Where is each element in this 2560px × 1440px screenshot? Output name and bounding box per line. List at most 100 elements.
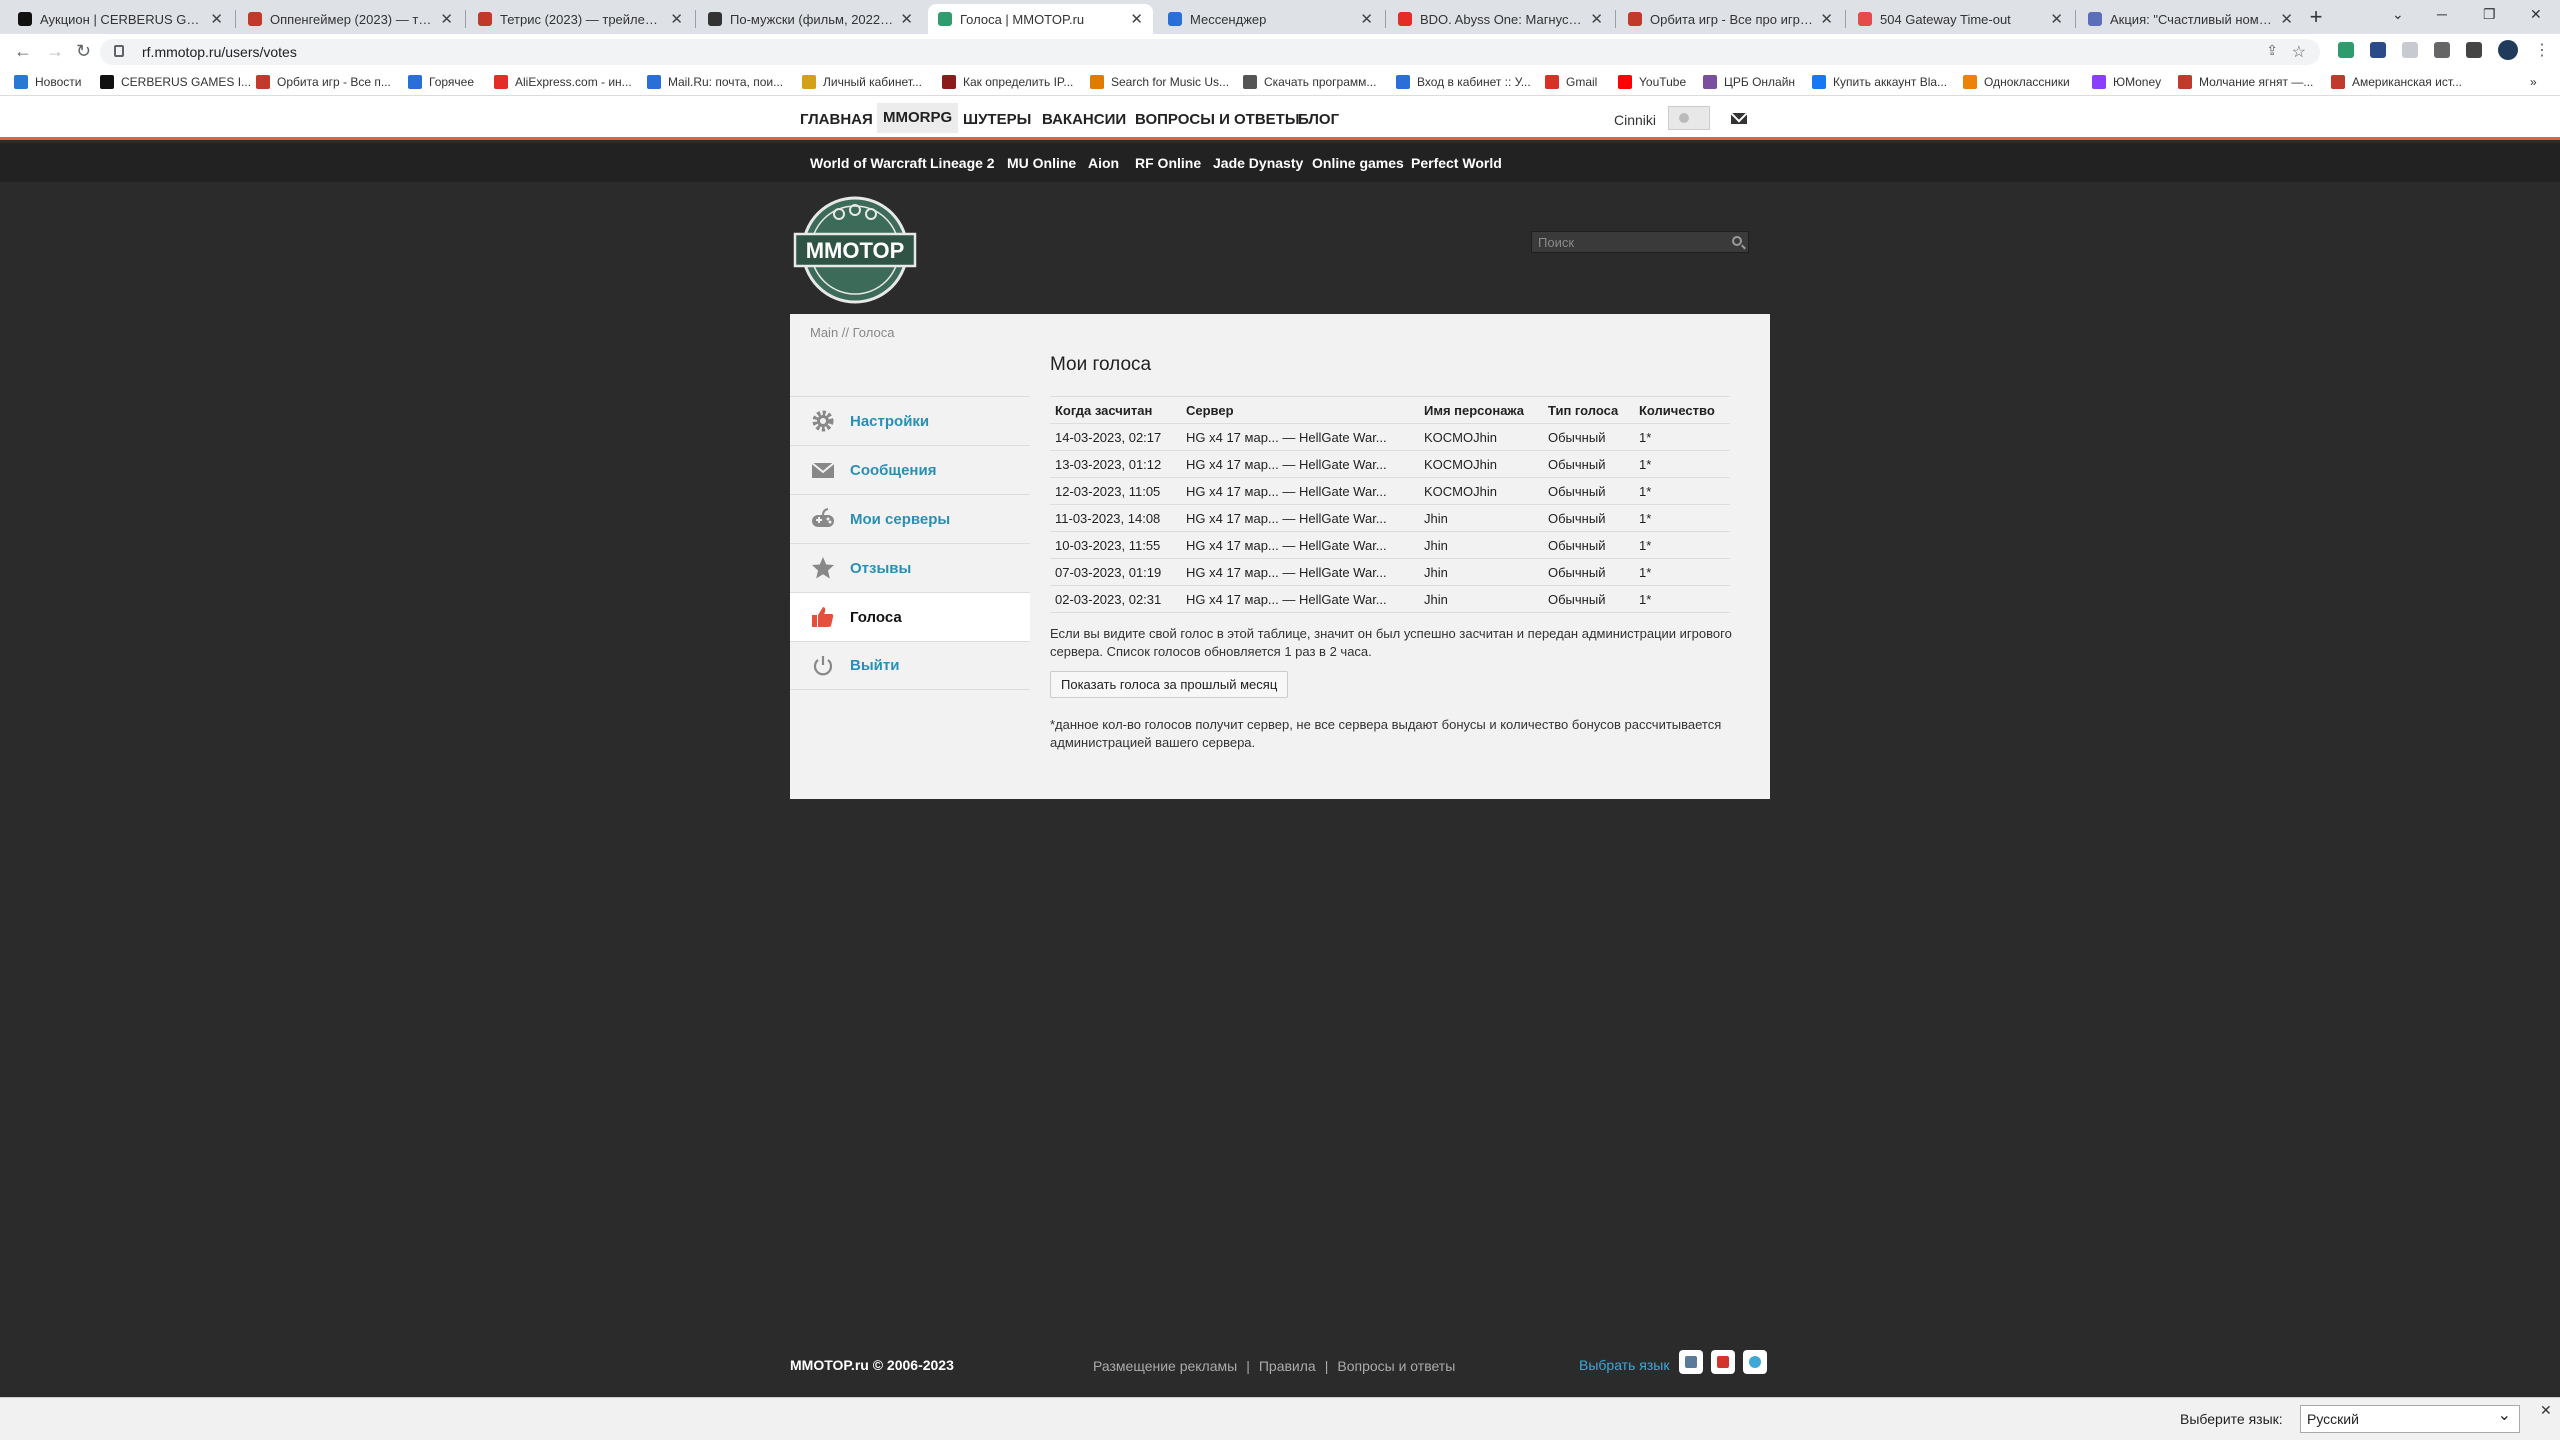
side-panel-icon[interactable] [2466, 42, 2482, 58]
nav-blog[interactable]: БЛОГ [1298, 111, 1339, 128]
youtube-icon[interactable] [1711, 1350, 1735, 1374]
bookmark-item[interactable]: Молчание ягнят —... [2178, 75, 2313, 89]
profile-avatar[interactable] [2498, 40, 2518, 60]
more-bookmarks-icon[interactable]: » [2530, 75, 2537, 89]
tab-close-icon[interactable]: ✕ [1360, 10, 1373, 28]
breadcrumb[interactable]: Main // Голоса [810, 325, 894, 340]
extensions-puzzle-icon[interactable] [2434, 42, 2450, 58]
bookmark-item[interactable]: Горячее [408, 75, 474, 89]
game-link-mu-online[interactable]: MU Online [1007, 155, 1076, 171]
bookmark-item[interactable]: CERBERUS GAMES I... [100, 75, 251, 89]
game-link-lineage2[interactable]: Lineage 2 [930, 155, 995, 171]
bookmark-item[interactable]: Вход в кабинет :: У... [1396, 75, 1531, 89]
cell-server[interactable]: HG x4 17 мар... — HellGate War... [1181, 477, 1419, 505]
bookmark-item[interactable]: Купить аккаунт Bla... [1812, 75, 1947, 89]
share-icon[interactable]: ⇪ [2266, 42, 2278, 59]
reload-icon[interactable]: ↻ [76, 41, 91, 62]
tab-close-icon[interactable]: ✕ [900, 10, 913, 28]
bookmark-item[interactable]: Орбита игр - Все п... [256, 75, 391, 89]
bookmark-item[interactable]: AliExpress.com - ин... [494, 75, 632, 89]
game-link-wow[interactable]: World of Warcraft [810, 155, 927, 171]
tab-close-icon[interactable]: ✕ [440, 10, 453, 28]
back-icon[interactable]: ← [14, 41, 32, 62]
cell-server[interactable]: HG x4 17 мар... — HellGate War... [1181, 558, 1419, 586]
sidebar-item-votes[interactable]: Голоса [790, 592, 1030, 641]
browser-tab[interactable]: Оппенгеймер (2023) — трейлер ✕ [238, 4, 463, 34]
browser-tab[interactable]: По-мужски (фильм, 2022) — с ✕ [698, 4, 923, 34]
bookmark-item[interactable]: ЦРБ Онлайн [1703, 75, 1795, 89]
nav-vacancies[interactable]: ВАКАНСИИ [1042, 111, 1126, 128]
browser-tab[interactable]: Голоса | MMOTOP.ru ✕ [928, 4, 1153, 34]
sidebar-item-reviews[interactable]: Отзывы [790, 543, 1030, 592]
nav-shooters[interactable]: ШУТЕРЫ [963, 111, 1031, 128]
close-icon[interactable]: ✕ [2540, 1402, 2552, 1419]
bookmark-item[interactable]: Одноклассники [1963, 75, 2070, 89]
cell-server[interactable]: HG x4 17 мар... — HellGate War... [1181, 504, 1419, 532]
forward-icon[interactable]: → [46, 41, 64, 62]
tab-close-icon[interactable]: ✕ [670, 10, 683, 28]
address-bar[interactable]: rf.mmotop.ru/users/votes ⇪ ☆ [100, 39, 2320, 65]
bookmark-item[interactable]: Как определить IP... [942, 75, 1073, 89]
bookmark-item[interactable]: Личный кабинет... [802, 75, 922, 89]
twitter-icon[interactable] [1743, 1350, 1767, 1374]
extension-icon[interactable] [2370, 42, 2386, 58]
footer-link-ads[interactable]: Размещение рекламы [1093, 1358, 1237, 1374]
nav-faq[interactable]: ВОПРОСЫ И ОТВЕТЫ [1135, 111, 1300, 128]
game-link-jade-dynasty[interactable]: Jade Dynasty [1213, 155, 1303, 171]
avatar[interactable] [1668, 106, 1710, 130]
sidebar-item-my-servers[interactable]: Мои серверы [790, 494, 1030, 543]
sidebar-item-logout[interactable]: Выйти [790, 641, 1030, 690]
bookmark-star-icon[interactable]: ☆ [2292, 42, 2306, 62]
game-link-perfect-world[interactable]: Perfect World [1411, 155, 1502, 171]
minimize-icon[interactable]: ─ [2437, 6, 2447, 22]
user-name[interactable]: Cinniki [1614, 112, 1656, 128]
tab-close-icon[interactable]: ✕ [1820, 10, 1833, 28]
sidebar-item-settings[interactable]: Настройки [790, 396, 1030, 445]
tab-search-icon[interactable]: ⌄ [2392, 6, 2404, 23]
footer-link-rules[interactable]: Правила [1259, 1358, 1316, 1374]
mmotop-logo[interactable]: MMOTOP [791, 194, 919, 304]
menu-kebab-icon[interactable]: ⋮ [2534, 40, 2550, 60]
tab-close-icon[interactable]: ✕ [2280, 10, 2293, 28]
tab-close-icon[interactable]: ✕ [210, 10, 223, 28]
cell-server[interactable]: HG x4 17 мар... — HellGate War... [1181, 585, 1419, 613]
extension-icon[interactable] [2402, 42, 2418, 58]
search-input[interactable] [1532, 232, 1722, 252]
bookmark-item[interactable]: Search for Music Us... [1090, 75, 1229, 89]
game-link-aion[interactable]: Aion [1088, 155, 1119, 171]
nav-home[interactable]: ГЛАВНАЯ [800, 111, 873, 128]
maximize-icon[interactable]: ❐ [2483, 6, 2496, 23]
bookmark-item[interactable]: Mail.Ru: почта, пои... [647, 75, 783, 89]
nav-mmorpg[interactable]: MMORPG [877, 103, 959, 133]
footer-link-faq[interactable]: Вопросы и ответы [1337, 1358, 1455, 1374]
language-select[interactable]: Русский [2300, 1403, 2520, 1433]
game-link-rf-online[interactable]: RF Online [1135, 155, 1201, 171]
tab-close-icon[interactable]: ✕ [1130, 10, 1143, 28]
browser-tab[interactable]: BDO. Abyss One: Магнус, гайд ✕ [1388, 4, 1613, 34]
search-icon[interactable] [1732, 236, 1742, 246]
bookmark-item[interactable]: ЮMoney [2092, 75, 2161, 89]
tab-close-icon[interactable]: ✕ [1590, 10, 1603, 28]
tab-close-icon[interactable]: ✕ [2050, 10, 2063, 28]
game-link-online-games[interactable]: Online games [1312, 155, 1404, 171]
new-tab-button[interactable]: + [2302, 4, 2330, 32]
close-window-icon[interactable]: ✕ [2530, 6, 2542, 23]
choose-language-link[interactable]: Выбрать язык [1579, 1357, 1669, 1373]
cell-server[interactable]: HG x4 17 мар... — HellGate War... [1181, 423, 1419, 451]
cell-server[interactable]: HG x4 17 мар... — HellGate War... [1181, 531, 1419, 559]
browser-tab[interactable]: Акция: "Счастливый номер" ✕ [2078, 4, 2303, 34]
mail-icon[interactable] [1731, 113, 1747, 124]
browser-tab[interactable]: 504 Gateway Time-out ✕ [1848, 4, 2073, 34]
cell-server[interactable]: HG x4 17 мар... — HellGate War... [1181, 450, 1419, 478]
browser-tab[interactable]: Орбита игр - Все про игры: н ✕ [1618, 4, 1843, 34]
sidebar-item-messages[interactable]: Сообщения [790, 445, 1030, 494]
vk-icon[interactable] [1679, 1350, 1703, 1374]
bookmark-item[interactable]: Новости [14, 75, 81, 89]
show-last-month-button[interactable]: Показать голоса за прошлый месяц [1050, 671, 1289, 698]
browser-tab[interactable]: Тетрис (2023) — трейлеры, да ✕ [468, 4, 693, 34]
browser-tab[interactable]: Аукцион | CERBERUS GAMES ✕ [8, 4, 233, 34]
bookmark-item[interactable]: YouTube [1618, 75, 1686, 89]
bookmark-item[interactable]: Скачать программ... [1243, 75, 1376, 89]
bookmark-item[interactable]: Gmail [1545, 75, 1597, 89]
browser-tab[interactable]: Мессенджер ✕ [1158, 4, 1383, 34]
